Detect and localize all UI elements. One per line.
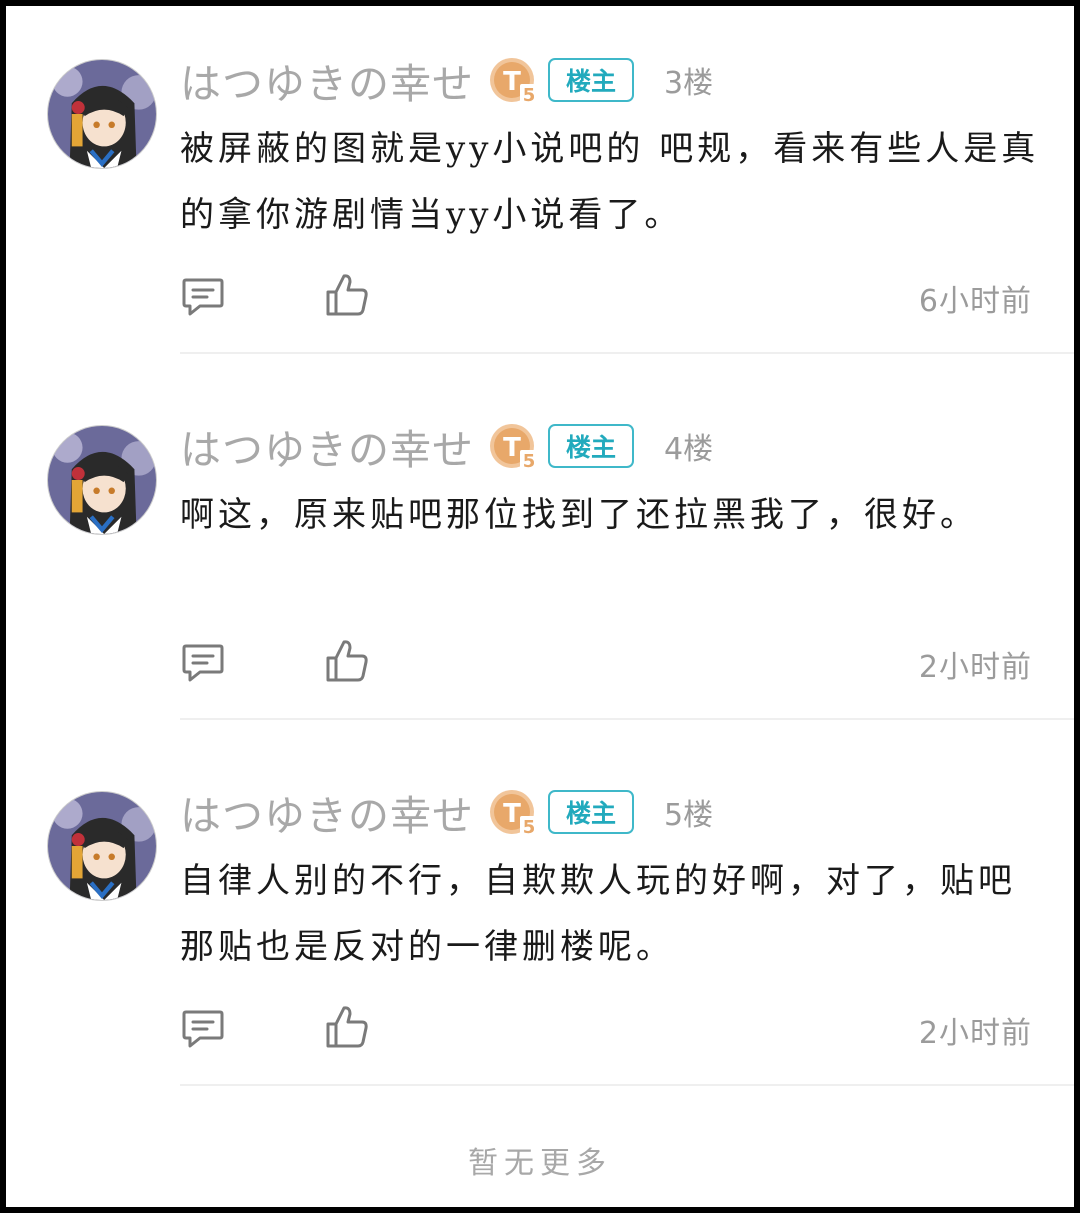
svg-text:5: 5 (523, 817, 536, 838)
svg-text:T: T (503, 799, 521, 829)
post-time: 2小时前 (918, 650, 1032, 685)
avatar[interactable] (48, 60, 156, 168)
post-header: はつゆきの幸せ T 5 楼主 4楼 (180, 420, 714, 474)
comment-icon[interactable] (180, 640, 226, 686)
post-time: 2小时前 (918, 1016, 1032, 1051)
username[interactable]: はつゆきの幸せ (180, 50, 474, 110)
avatar[interactable] (48, 792, 156, 900)
username[interactable]: はつゆきの幸せ (180, 416, 474, 476)
avatar-image (48, 792, 156, 900)
divider (180, 352, 1074, 354)
comment-post: はつゆきの幸せ T 5 楼主 4楼 啊这，原来贴吧那位找到了还拉黑我了，很好。 (6, 372, 1074, 738)
op-badge: 楼主 (548, 790, 634, 834)
comment-icon[interactable] (180, 274, 226, 320)
avatar[interactable] (48, 426, 156, 534)
avatar-image (48, 60, 156, 168)
post-content: 啊这，原来贴吧那位找到了还拉黑我了，很好。 (180, 495, 978, 535)
op-badge: 楼主 (548, 58, 634, 102)
comment-post: はつゆきの幸せ T 5 楼主 5楼 自律人别的不行，自欺欺人玩的好啊，对了，贴吧… (6, 738, 1074, 1104)
post-actions: 6小时前 (180, 272, 1032, 322)
comment-list: はつゆきの幸せ T 5 楼主 3楼 被屏蔽的图就是yy小说吧的 吧规，看来有些人… (6, 6, 1074, 1207)
svg-text:5: 5 (523, 85, 536, 106)
post-header: はつゆきの幸せ T 5 楼主 5楼 (180, 786, 714, 840)
level-badge-icon: T 5 (488, 54, 540, 106)
username[interactable]: はつゆきの幸せ (180, 782, 474, 842)
floor-number: 3楼 (664, 66, 714, 101)
floor-number: 5楼 (664, 798, 714, 833)
comment-post: はつゆきの幸せ T 5 楼主 3楼 被屏蔽的图就是yy小说吧的 吧规，看来有些人… (6, 6, 1074, 372)
thumbs-up-icon[interactable] (324, 272, 370, 318)
level-badge-icon: T 5 (488, 786, 540, 838)
post-time: 6小时前 (918, 284, 1032, 319)
svg-text:T: T (503, 433, 521, 463)
thumbs-up-icon[interactable] (324, 638, 370, 684)
thumbs-up-icon[interactable] (324, 1004, 370, 1050)
comment-icon[interactable] (180, 1006, 226, 1052)
divider (180, 718, 1074, 720)
divider (180, 1084, 1074, 1086)
post-actions: 2小时前 (180, 1004, 1032, 1054)
svg-text:T: T (503, 67, 521, 97)
avatar-image (48, 426, 156, 534)
op-badge: 楼主 (548, 424, 634, 468)
svg-text:5: 5 (523, 451, 536, 472)
post-actions: 2小时前 (180, 638, 1032, 688)
post-content: 自律人别的不行，自欺欺人玩的好啊，对了，贴吧那贴也是反对的一律删楼呢。 (180, 861, 1016, 967)
post-header: はつゆきの幸せ T 5 楼主 3楼 (180, 54, 714, 108)
no-more-footer: 暂无更多 (468, 1146, 612, 1181)
floor-number: 4楼 (664, 432, 714, 467)
post-content: 被屏蔽的图就是yy小说吧的 吧规，看来有些人是真的拿你游剧情当yy小说看了。 (180, 129, 1040, 235)
level-badge-icon: T 5 (488, 420, 540, 472)
